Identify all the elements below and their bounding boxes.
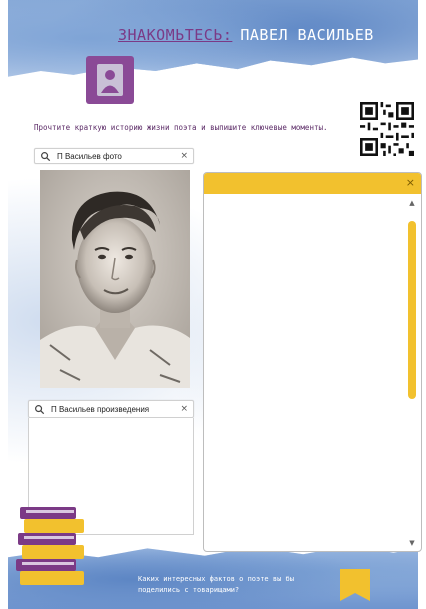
search-input-works[interactable]: П Васильев произведения (51, 405, 180, 414)
title-name: ПАВЕЛ ВАСИЛЬЕВ (240, 26, 374, 44)
close-icon[interactable]: × (180, 151, 188, 161)
notes-panel: × ▲ ▼ (203, 172, 422, 552)
person-icon (86, 56, 134, 104)
search-icon (35, 404, 45, 414)
close-icon[interactable]: × (406, 176, 415, 189)
search-bar-photo[interactable]: П Васильев фото × (34, 148, 194, 164)
scroll-up-arrow-icon[interactable]: ▲ (405, 197, 419, 209)
scrollbar[interactable]: ▲ ▼ (405, 197, 419, 549)
scroll-down-arrow-icon[interactable]: ▼ (405, 537, 419, 549)
notes-header: × (204, 173, 421, 194)
poet-photo (40, 170, 190, 388)
books-icon (16, 507, 84, 585)
search-input-photo[interactable]: П Васильев фото (57, 152, 180, 161)
search-icon (41, 151, 51, 161)
discussion-question: Каких интересных фактов о поэте вы бы по… (138, 575, 294, 594)
notes-text-area[interactable] (204, 194, 421, 551)
instruction-text: Прочтите краткую историю жизни поэта и в… (34, 123, 328, 132)
page-title: ЗНАКОМЬТЕСЬ: ПАВЕЛ ВАСИЛЬЕВ (118, 24, 378, 46)
scroll-thumb[interactable] (408, 221, 416, 399)
search-bar-works[interactable]: П Васильев произведения × (28, 400, 194, 418)
watercolor-header (8, 0, 418, 77)
close-icon[interactable]: × (180, 404, 188, 414)
qr-code[interactable] (360, 102, 414, 156)
bookmark-icon (340, 569, 370, 601)
title-prefix: ЗНАКОМЬТЕСЬ: (118, 26, 233, 44)
worksheet-page: ЗНАКОМЬТЕСЬ: ПАВЕЛ ВАСИЛЬЕВ Прочтите кра… (0, 0, 426, 609)
